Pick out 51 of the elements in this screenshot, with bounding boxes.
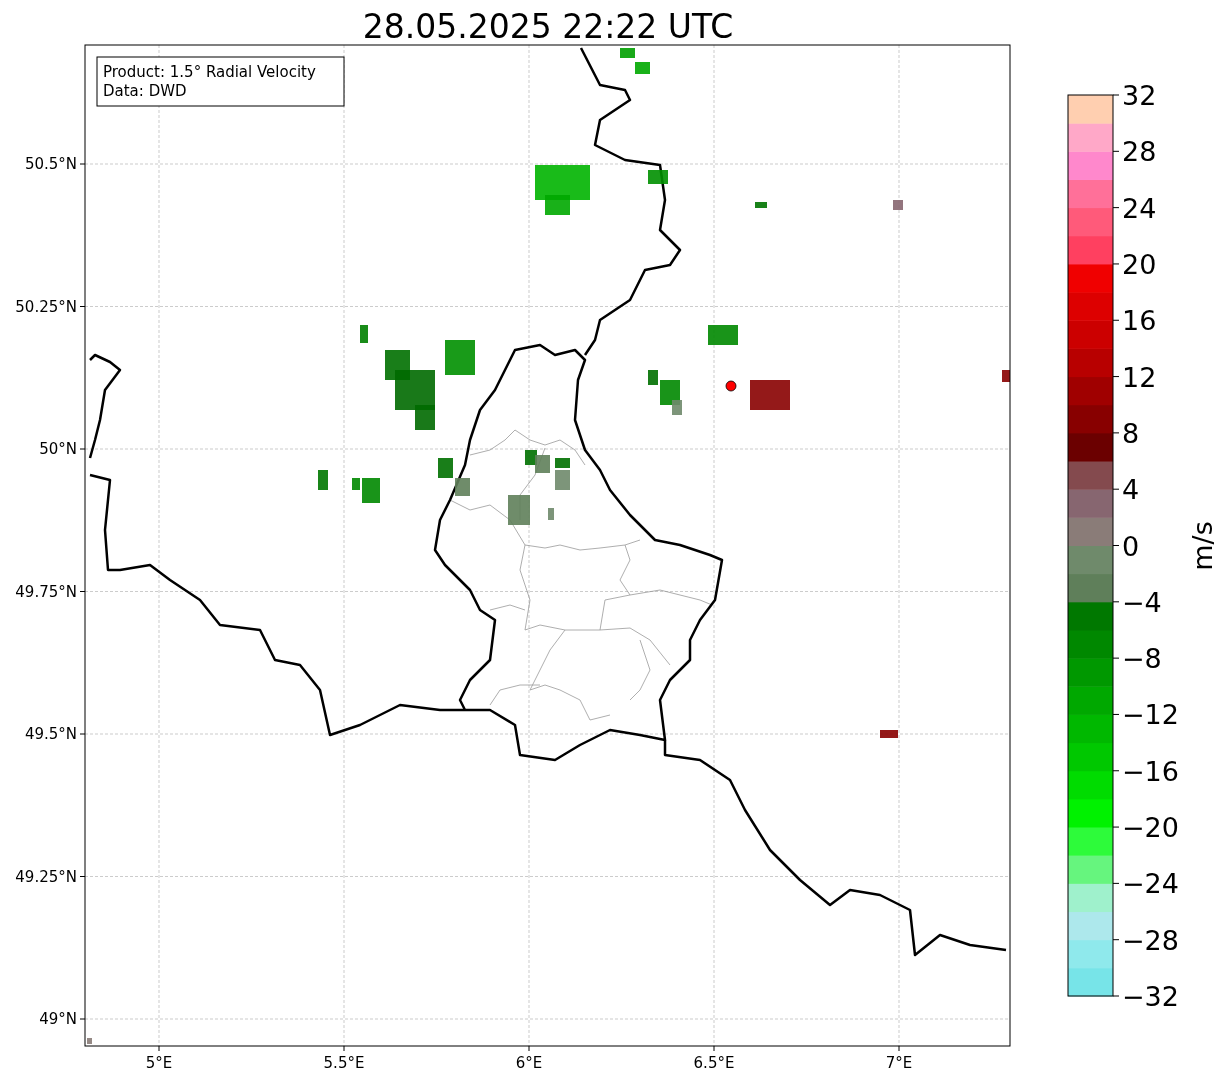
- tick-mark: [1112, 488, 1120, 490]
- axis-tick-label: 49.5°N: [24, 725, 77, 743]
- axis-tick-label: 5°E: [145, 1054, 173, 1072]
- axis-tick-label: 6.5°E: [693, 1054, 735, 1072]
- colorbar-tick-label: 24: [1122, 192, 1157, 224]
- chart-title: 28.05.2025 22:22 UTC: [362, 7, 734, 46]
- axis-tick-label: 50.25°N: [15, 297, 77, 316]
- colorbar-tick-label: 32: [1122, 80, 1157, 111]
- axis-tick-label: 50.5°N: [24, 155, 77, 173]
- tick-mark: [1112, 432, 1120, 434]
- colorbar-tick-label: 4: [1122, 474, 1140, 506]
- colorbar-tick-label: −32: [1122, 981, 1179, 1012]
- axis-tick-label: 49.75°N: [15, 582, 77, 601]
- colorbar-tick-label: 28: [1122, 136, 1157, 168]
- info-text: Data: DWD: [103, 82, 187, 100]
- tick-mark: [1112, 882, 1120, 884]
- tick-mark: [1112, 319, 1120, 321]
- tick-mark: [1112, 657, 1120, 659]
- radar-site-marker: [725, 380, 737, 392]
- tick-mark: [1112, 939, 1120, 941]
- colorbar-tick-label: 20: [1122, 248, 1157, 280]
- colorbar-tick-label: 12: [1122, 361, 1157, 393]
- tick-mark: [1112, 150, 1120, 152]
- colorbar-tick-label: −12: [1122, 699, 1179, 731]
- tick-mark: [1112, 94, 1120, 96]
- colorbar-tick-label: −24: [1122, 868, 1179, 900]
- axis-tick-label: 49°N: [39, 1010, 77, 1028]
- tick-mark: [1112, 601, 1120, 603]
- axis-tick-label: 49.25°N: [15, 867, 77, 886]
- colorbar-tick-label: −4: [1122, 586, 1162, 618]
- colorbar-label: m/s: [1187, 521, 1218, 571]
- axis-tick-label: 7°E: [885, 1054, 913, 1072]
- tick-mark: [1112, 770, 1120, 772]
- colorbar-tick-label: 8: [1122, 417, 1140, 449]
- tick-mark: [1112, 207, 1120, 209]
- info-text: Product: 1.5° Radial Velocity: [103, 63, 316, 81]
- tick-mark: [1112, 713, 1120, 715]
- tick-mark: [1112, 995, 1120, 997]
- colorbar-tick-label: 16: [1122, 305, 1157, 337]
- axis-tick-label: 6°E: [515, 1054, 543, 1072]
- axis-tick-label: 5.5°E: [323, 1054, 365, 1072]
- colorbar-tick-label: −16: [1122, 755, 1179, 787]
- tick-mark: [1112, 826, 1120, 828]
- tick-mark: [1112, 263, 1120, 265]
- colorbar-tick-label: −20: [1122, 812, 1179, 844]
- tick-mark: [1112, 376, 1120, 378]
- colorbar-tick-label: 0: [1122, 530, 1140, 562]
- colorbar-tick-label: −28: [1122, 924, 1179, 956]
- colorbar-tick-label: −8: [1122, 643, 1162, 675]
- axis-tick-label: 50°N: [39, 440, 77, 458]
- tick-mark: [1112, 545, 1120, 546]
